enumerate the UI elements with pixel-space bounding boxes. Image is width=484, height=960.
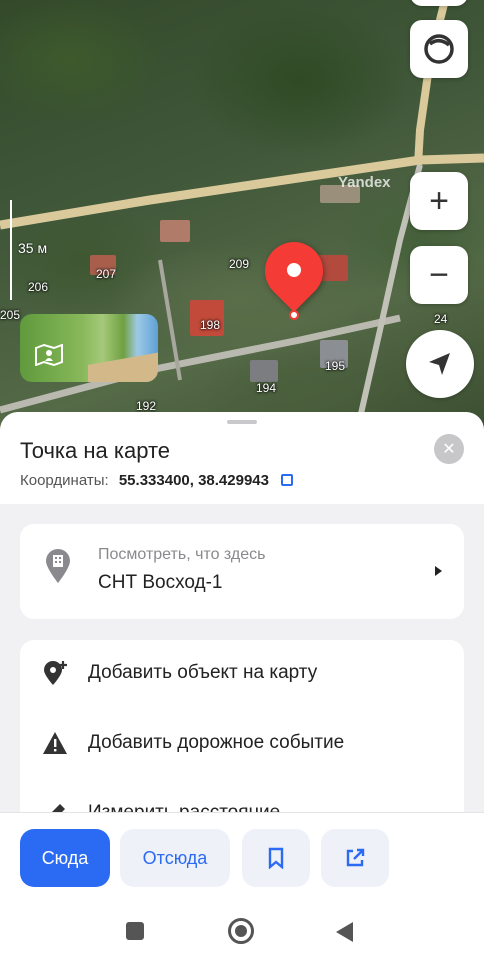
actions-card: Добавить объект на карту Добавить дорожн… <box>20 640 464 832</box>
place-name: СНТ Восход-1 <box>98 572 223 593</box>
panorama-preview[interactable] <box>20 314 158 382</box>
zoom-in-button[interactable]: + <box>410 172 468 230</box>
bookmark-icon <box>268 847 284 869</box>
add-object-label: Добавить объект на карту <box>88 662 318 683</box>
place-bottom-sheet: Точка на карте ✕ Координаты: 55.333400, … <box>0 412 484 832</box>
panorama-icon <box>34 343 64 367</box>
house-number-198: 198 <box>200 318 221 332</box>
system-navigation-bar <box>0 904 484 960</box>
house-number-209: 209 <box>229 257 250 271</box>
sheet-grabber[interactable] <box>227 420 257 424</box>
home-icon[interactable] <box>228 918 254 944</box>
copy-icon[interactable] <box>281 474 294 486</box>
layers-icon <box>424 34 454 64</box>
house-roof <box>250 360 278 382</box>
navigation-arrow-icon <box>429 353 450 375</box>
house-number-195: 195 <box>325 359 346 373</box>
bookmark-button[interactable] <box>242 829 310 887</box>
house-number-192: 192 <box>136 399 157 413</box>
top-map-button[interactable] <box>410 0 468 6</box>
warning-icon <box>43 732 67 754</box>
scale-bar <box>10 200 12 300</box>
locate-me-button[interactable] <box>406 330 474 398</box>
panorama-road <box>88 352 158 382</box>
house-number-194: 194 <box>256 381 277 395</box>
house-roof <box>160 220 190 242</box>
zoom-out-button[interactable]: − <box>410 246 468 304</box>
whats-here-subtitle: Посмотреть, что здесь <box>98 546 266 563</box>
map-view[interactable]: 35 м Yandex 209 207 206 205 198 195 194 … <box>0 0 484 440</box>
share-button[interactable] <box>321 829 389 887</box>
pin-center-dot <box>287 263 301 277</box>
sheet-header: Точка на карте ✕ Координаты: 55.333400, … <box>0 412 484 504</box>
add-road-event-label: Добавить дорожное событие <box>88 732 345 753</box>
yandex-watermark: Yandex <box>338 174 391 191</box>
pin-target-point <box>289 310 299 320</box>
chevron-right-icon <box>435 566 442 576</box>
route-from-button[interactable]: Отсюда <box>120 829 230 887</box>
share-icon <box>346 848 365 867</box>
house-number-205: 205 <box>0 308 21 322</box>
building-place-icon <box>46 549 70 583</box>
house-number-24: 24 <box>434 312 448 326</box>
sheet-title: Точка на карте <box>20 438 171 463</box>
add-road-event-action[interactable]: Добавить дорожное событие <box>20 720 464 770</box>
scale-label: 35 м <box>18 240 48 256</box>
house-number-206: 206 <box>28 280 49 294</box>
close-icon: ✕ <box>442 441 456 458</box>
route-action-bar: Сюда Отсюда <box>0 812 484 904</box>
house-number-207: 207 <box>96 267 117 281</box>
add-place-icon <box>44 661 67 685</box>
whats-here-card[interactable]: Посмотреть, что здесь СНТ Восход-1 <box>20 524 464 619</box>
coordinates-label: Координаты: <box>20 472 109 489</box>
back-icon[interactable] <box>336 922 353 942</box>
add-object-action[interactable]: Добавить объект на карту <box>20 650 464 700</box>
recent-apps-icon[interactable] <box>126 922 144 940</box>
route-here-button[interactable]: Сюда <box>20 829 110 887</box>
coordinates-row: Координаты: 55.333400, 38.429943 <box>20 472 294 489</box>
close-button[interactable]: ✕ <box>434 434 464 464</box>
layers-button[interactable] <box>410 20 468 78</box>
coordinates-value[interactable]: 55.333400, 38.429943 <box>119 472 269 489</box>
